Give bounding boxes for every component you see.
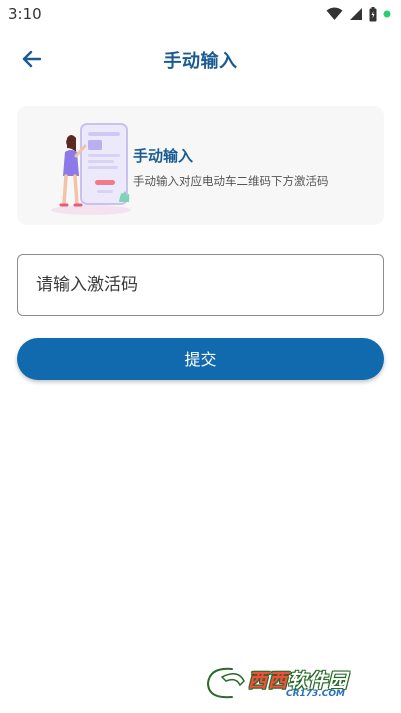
submit-button[interactable]: 提交 xyxy=(17,338,384,380)
app-bar: 手动输入 xyxy=(0,38,401,78)
watermark: 西西软件园 CR173.COM xyxy=(202,663,382,703)
card-title: 手动输入 xyxy=(133,147,194,165)
watermark-url: CR173.COM xyxy=(286,689,345,699)
status-bar: 3:10 xyxy=(0,0,401,30)
status-time: 3:10 xyxy=(8,5,42,23)
status-icons xyxy=(326,6,391,22)
notification-dot-icon xyxy=(383,10,391,18)
phone-illustration xyxy=(51,123,131,215)
signal-icon xyxy=(350,8,362,20)
watermark-brand-red: 西西 xyxy=(248,670,289,692)
activation-code-input[interactable] xyxy=(17,254,384,316)
page-title: 手动输入 xyxy=(163,51,238,72)
battery-icon xyxy=(369,6,377,21)
wifi-icon xyxy=(326,7,343,20)
card-description: 手动输入对应电动车二维码下方激活码 xyxy=(133,174,329,188)
info-card: 手动输入 手动输入对应电动车二维码下方激活码 xyxy=(17,106,384,225)
